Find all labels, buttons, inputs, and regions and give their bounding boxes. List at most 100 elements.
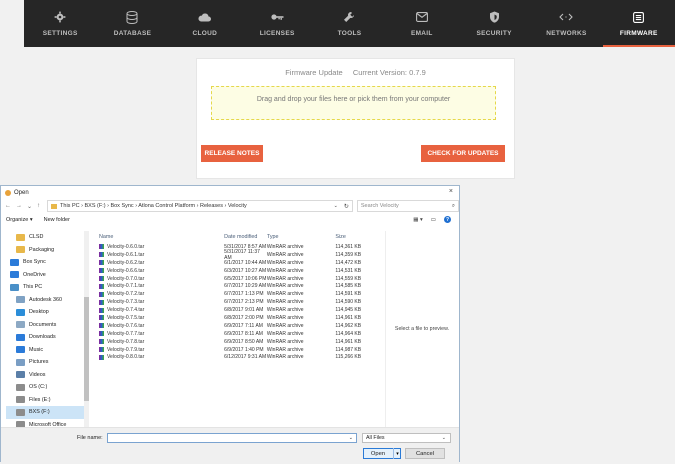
file-row[interactable]: Velocity-0.7.8.tar 6/9/2017 8:50 AM WinRAR…	[93, 338, 385, 346]
nav-item-tools[interactable]: TOOLS	[313, 0, 385, 47]
recent-chevron-icon[interactable]: ⌄	[27, 203, 32, 210]
file-type: WinRAR archive	[266, 307, 304, 314]
pictures-icon	[16, 358, 25, 366]
nav-pane-item[interactable]: Music	[6, 344, 84, 357]
column-date[interactable]: Date modified	[224, 234, 267, 240]
file-date: 6/1/2017 10:44 AM	[224, 259, 267, 266]
file-date: 6/7/2017 1:13 PM	[224, 291, 264, 298]
nav-item-firmware[interactable]: FIRMWARE	[602, 0, 675, 47]
file-size: 114,361 KB	[335, 243, 362, 250]
file-size: 114,964 KB	[335, 330, 362, 337]
nav-pane-label: BXS (F:)	[29, 409, 50, 416]
file-row[interactable]: Velocity-0.7.6.tar 6/9/2017 7:11 AM WinRAR…	[93, 322, 385, 330]
file-row[interactable]: Velocity-0.6.1.tar 5/31/2017 11:37 AM WinR…	[93, 249, 385, 261]
nav-pane-label: Pictures	[29, 359, 49, 366]
nav-pane-item[interactable]: Downloads	[6, 331, 84, 344]
column-type[interactable]: Type	[267, 234, 336, 240]
chevron-down-icon[interactable]: ⌄	[334, 203, 338, 209]
nav-pane-item[interactable]: Autodesk 360	[6, 294, 84, 307]
file-row[interactable]: Velocity-0.7.5.tar 6/8/2017 2:00 PM WinRAR…	[93, 314, 385, 322]
file-row[interactable]: Velocity-0.6.6.tar 6/3/2017 10:27 AM WinRA…	[93, 267, 385, 275]
file-row[interactable]: Velocity-0.7.3.tar 6/7/2017 2:13 PM WinRAR…	[93, 298, 385, 306]
dialog-title: Open	[14, 189, 29, 196]
view-options-icon[interactable]: ▦ ▾	[413, 217, 423, 223]
nav-item-label: SECURITY	[476, 30, 512, 37]
dropzone-text: Drag and drop your files here or pick th…	[256, 96, 451, 103]
forward-icon[interactable]: →	[16, 203, 22, 209]
nav-pane-item[interactable]: Videos	[6, 369, 84, 382]
nav-pane-item[interactable]: CLSD	[6, 231, 84, 244]
nav-pane-item[interactable]: Box Sync	[6, 256, 84, 269]
up-icon[interactable]: ↑	[37, 203, 40, 209]
file-name: Velocity-0.7.9.tar	[107, 346, 145, 353]
filetype-value: All Files	[366, 435, 385, 441]
back-icon[interactable]: ←	[5, 203, 11, 209]
file-row[interactable]: Velocity-0.7.0.tar 6/5/2017 10:06 PM WinRA…	[93, 275, 385, 283]
close-icon[interactable]: ×	[449, 188, 453, 195]
file-name-cell: Velocity-0.6.0.tar	[93, 244, 224, 250]
cancel-button[interactable]: Cancel	[405, 448, 445, 459]
filetype-select[interactable]: All Files ⌄	[362, 433, 451, 443]
file-row[interactable]: Velocity-0.6.2.tar 6/1/2017 10:44 AM WinRA…	[93, 259, 385, 267]
file-type: WinRAR archive	[266, 338, 304, 345]
nav-item-label: CLOUD	[192, 30, 218, 37]
scroll-thumb[interactable]	[84, 297, 89, 401]
nav-pane-item[interactable]: Files (E:)	[6, 394, 84, 407]
release-notes-button[interactable]: RELEASE NOTES	[201, 145, 263, 162]
file-name: Velocity-0.7.4.tar	[107, 307, 145, 314]
filename-input[interactable]: ⌄	[107, 433, 357, 443]
file-name-cell: Velocity-0.7.5.tar	[93, 315, 224, 321]
open-dropdown-icon[interactable]: ▾	[393, 448, 401, 459]
file-row[interactable]: Velocity-0.7.2.tar 6/7/2017 1:13 PM WinRAR…	[93, 290, 385, 298]
file-name: Velocity-0.7.5.tar	[107, 314, 145, 321]
breadcrumb: This PC › BXS (F:) › Box Sync › Atlona C…	[60, 203, 247, 209]
file-name-cell: Velocity-0.6.6.tar	[93, 268, 224, 274]
nav-pane-label: Box Sync	[23, 259, 46, 266]
nav-pane-item[interactable]: OneDrive	[6, 269, 84, 282]
nav-scrollbar[interactable]	[84, 231, 89, 427]
nav-pane-item[interactable]: Packaging	[6, 244, 84, 257]
column-size[interactable]: Size	[335, 234, 385, 240]
nav-item-security[interactable]: SECURITY	[458, 0, 530, 47]
file-row[interactable]: Velocity-0.7.9.tar 6/9/2017 1:40 PM WinRAR…	[93, 346, 385, 354]
search-input[interactable]: Search Velocity ⌕	[356, 200, 459, 212]
organize-button[interactable]: Organize ▾	[6, 217, 33, 223]
videos-icon	[16, 371, 25, 379]
file-type: WinRAR archive	[266, 346, 304, 353]
file-row[interactable]: Velocity-0.8.0.tar 6/12/2017 9:31 AM WinRA…	[93, 353, 385, 361]
nav-pane-item[interactable]: BXS (F:)	[6, 406, 84, 419]
file-date: 6/9/2017 8:11 AM	[224, 330, 263, 337]
help-icon[interactable]: ?	[444, 216, 451, 223]
file-row[interactable]: Velocity-0.7.7.tar 6/9/2017 8:11 AM WinRAR…	[93, 330, 385, 338]
preview-pane-icon[interactable]: ▭	[431, 217, 436, 223]
check-updates-button[interactable]: CHECK FOR UPDATES	[421, 145, 505, 162]
nav-item-settings[interactable]: SETTINGS	[24, 0, 96, 47]
nav-item-cloud[interactable]: CLOUD	[169, 0, 241, 47]
nav-item-networks[interactable]: NETWORKS	[530, 0, 602, 47]
nav-pane-item[interactable]: OS (C:)	[6, 381, 84, 394]
file-date: 6/5/2017 10:06 PM	[224, 275, 267, 282]
column-name[interactable]: Name	[93, 234, 224, 240]
file-row[interactable]: Velocity-0.7.1.tar 6/7/2017 10:29 AM WinRA…	[93, 282, 385, 290]
file-name-cell: Velocity-0.7.9.tar	[93, 347, 224, 353]
nav-item-licenses[interactable]: LICENSES	[241, 0, 313, 47]
address-bar[interactable]: This PC › BXS (F:) › Box Sync › Atlona C…	[47, 200, 353, 212]
nav-pane-label: Files (E:)	[29, 396, 51, 403]
chevron-down-icon[interactable]: ⌄	[349, 435, 353, 441]
refresh-icon[interactable]: ↻	[344, 203, 349, 210]
winrar-icon	[99, 283, 104, 289]
code-arrows-icon	[559, 10, 574, 24]
nav-pane-item[interactable]: Documents	[6, 319, 84, 332]
nav-pane-item[interactable]: This PC	[6, 281, 84, 294]
nav-item-database[interactable]: DATABASE	[96, 0, 168, 47]
nav-pane-item[interactable]: Pictures	[6, 356, 84, 369]
file-date: 6/8/2017 2:00 PM	[224, 314, 264, 321]
new-folder-button[interactable]: New folder	[44, 217, 70, 223]
file-dropzone[interactable]: Drag and drop your files here or pick th…	[211, 86, 496, 120]
dialog-footer: File name: ⌄ All Files ⌄ Open ▾ Cancel	[1, 427, 459, 464]
file-type: WinRAR archive	[266, 259, 304, 266]
nav-item-email[interactable]: EMAIL	[386, 0, 458, 47]
folder-icon	[16, 233, 25, 241]
nav-pane-item[interactable]: Desktop	[6, 306, 84, 319]
file-row[interactable]: Velocity-0.7.4.tar 6/8/2017 9:01 AM WinRAR…	[93, 306, 385, 314]
